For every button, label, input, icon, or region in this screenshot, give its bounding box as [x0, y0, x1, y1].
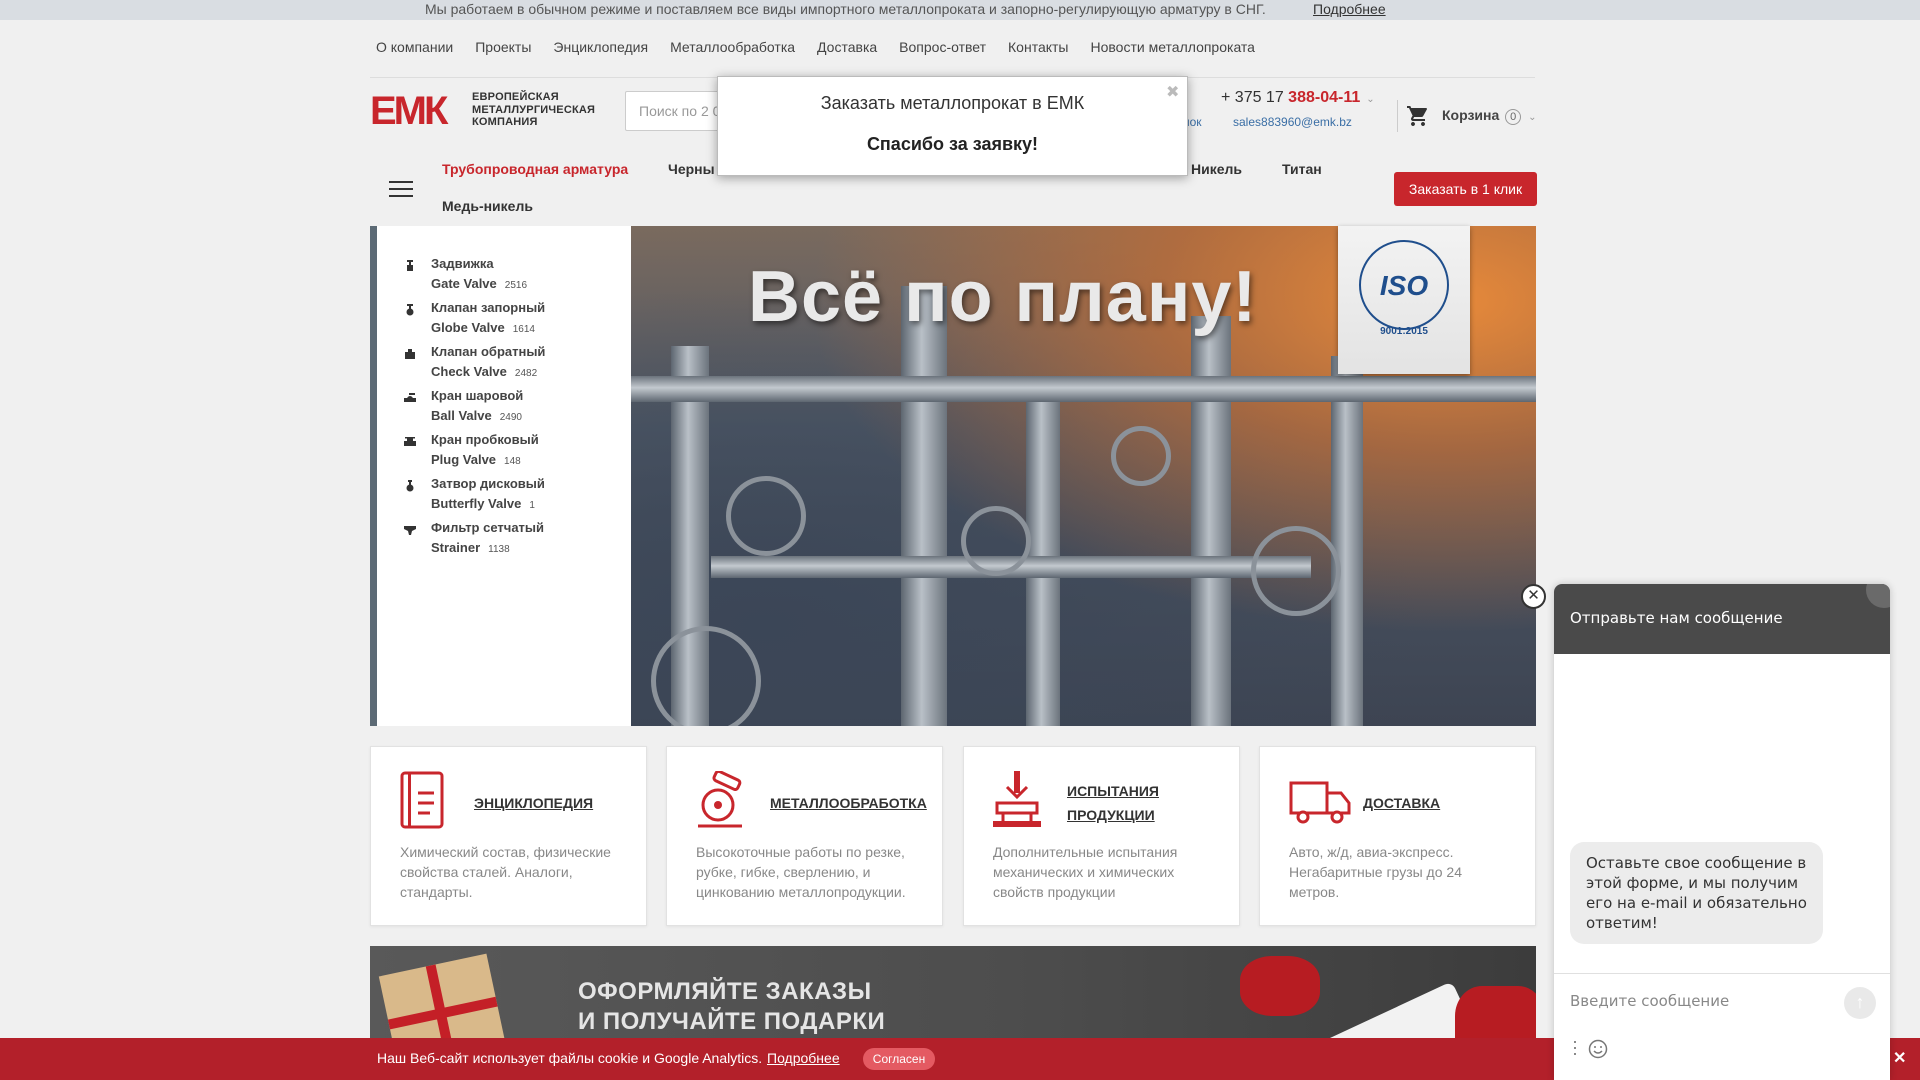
chevron-down-icon: ⌄ — [1528, 112, 1537, 123]
merch-graphic — [1240, 956, 1320, 1016]
info-bar: Мы работаем в обычном режиме и поставляе… — [0, 0, 1920, 20]
valve-category-sidebar: Задвижка Gate Valve 2516 Клапан запорный … — [370, 226, 631, 726]
chat-input-area: Введите сообщение ↑ · · · — [1554, 973, 1890, 1080]
nav-item-encyclopedia[interactable]: Энциклопедия — [553, 39, 648, 55]
valve-wheel-graphic — [1111, 426, 1171, 486]
saw-icon — [698, 771, 742, 828]
gate-valve-icon — [407, 260, 413, 271]
card-description: Авто, ж/д, авиа-экспресс. Негабаритные г… — [1289, 844, 1462, 900]
logo-mark: ЕМК — [370, 89, 448, 133]
pipe-graphic — [631, 376, 1536, 402]
card-encyclopedia[interactable]: ЭНЦИКЛОПЕДИЯ Химический состав, физическ… — [370, 746, 647, 926]
card-metalworking[interactable]: МЕТАЛЛООБРАБОТКА Высокоточные работы по … — [666, 746, 943, 926]
promo-line-1: ОФОРМЛЯЙТЕ ЗАКАЗЫ — [578, 978, 872, 1005]
pipe-graphic — [1331, 356, 1363, 726]
nav-item-about[interactable]: О компании — [376, 39, 453, 55]
category-copper-nickel[interactable]: Медь-никель — [442, 198, 533, 214]
cart-button[interactable]: Корзина 0 ⌄ — [1442, 107, 1536, 125]
main-nav: О компании Проекты Энциклопедия Металлоо… — [376, 39, 1277, 55]
card-title[interactable]: ИСПЫТАНИЯ ПРОДУКЦИИ — [1067, 779, 1232, 827]
info-bar-more-link[interactable]: Подробнее — [1313, 1, 1386, 17]
valve-wheel-graphic — [1251, 526, 1341, 616]
pipe-graphic — [1026, 376, 1060, 726]
press-icon — [993, 771, 1041, 827]
phone-number[interactable]: + 375 17 388-04-11 ⌄ — [1221, 89, 1375, 107]
send-arrow-icon[interactable]: ↑ — [1844, 987, 1876, 1019]
close-icon[interactable]: ✕ — [1893, 1048, 1906, 1068]
plug-valve-icon — [404, 437, 416, 446]
nav-item-news[interactable]: Новости металлопроката — [1091, 39, 1255, 55]
card-delivery[interactable]: ДОСТАВКА Авто, ж/д, авиа-экспресс. Негаб… — [1259, 746, 1536, 926]
logo-text: ЕВРОПЕЙСКАЯ МЕТАЛЛУРГИЧЕСКАЯ КОМПАНИЯ — [472, 91, 596, 128]
ball-valve-icon — [404, 393, 416, 402]
category-titanium[interactable]: Титан — [1282, 161, 1322, 177]
promo-line-2: И ПОЛУЧАЙТЕ ПОДАРКИ — [578, 1008, 886, 1035]
modal-title: Заказать металлопрокат в ЕМК — [820, 93, 1085, 113]
check-valve-icon — [405, 349, 415, 359]
more-options-icon[interactable]: · · · — [1572, 1032, 1578, 1062]
chat-avatar — [1866, 584, 1890, 608]
cart-icon[interactable] — [1406, 104, 1430, 128]
butterfly-valve-icon — [406, 480, 414, 492]
card-description: Дополнительные испытания механических и … — [993, 844, 1178, 900]
feature-cards: ЭНЦИКЛОПЕДИЯ Химический состав, физическ… — [370, 746, 1536, 926]
card-title[interactable]: ДОСТАВКА — [1363, 791, 1528, 815]
category-nickel[interactable]: Никель — [1191, 161, 1242, 177]
card-title[interactable]: ЭНЦИКЛОПЕДИЯ — [474, 791, 639, 815]
order-one-click-button[interactable]: Заказать в 1 клик — [1394, 172, 1537, 206]
emoji-icon[interactable] — [1588, 1039, 1608, 1059]
globe-valve-icon — [406, 304, 414, 316]
chat-close-button[interactable]: ✕ — [1521, 584, 1546, 609]
cookie-accept-button[interactable]: Согласен — [863, 1048, 935, 1070]
nav-item-metalworking[interactable]: Металлообработка — [670, 39, 795, 55]
cookie-text: Наш Веб-сайт использует файлы cookie и G… — [377, 1050, 763, 1066]
truck-icon — [1289, 781, 1351, 824]
card-testing[interactable]: ИСПЫТАНИЯ ПРОДУКЦИИ Дополнительные испыт… — [963, 746, 1240, 926]
cart-count-badge: 0 — [1505, 109, 1522, 125]
card-description: Химический состав, физические свойства с… — [400, 844, 611, 900]
search-input[interactable]: Поиск по 2 0 — [625, 91, 725, 131]
hero-slogan: Всё по плану! — [748, 257, 1258, 337]
valve-wheel-graphic — [726, 476, 806, 556]
header-separator — [1397, 100, 1398, 132]
close-icon[interactable]: ✖ — [1166, 82, 1179, 102]
iso-certificate-badge: ISO 9001:2015 — [1338, 226, 1470, 374]
nav-item-projects[interactable]: Проекты — [475, 39, 531, 55]
nav-item-contacts[interactable]: Контакты — [1008, 39, 1068, 55]
nav-item-faq[interactable]: Вопрос-ответ — [899, 39, 986, 55]
chat-header: Отправьте нам сообщение — [1554, 584, 1890, 654]
email-link[interactable]: sales883960@emk.bz — [1233, 115, 1352, 129]
strainer-icon — [404, 526, 416, 535]
cookie-more-link[interactable]: Подробнее — [767, 1050, 840, 1066]
card-title[interactable]: МЕТАЛЛООБРАБОТКА — [770, 791, 935, 815]
pipe-graphic — [901, 286, 947, 726]
menu-icon[interactable] — [389, 181, 413, 197]
chat-message-bubble: Оставьте свое сообщение в этой форме, и … — [1570, 842, 1823, 944]
modal-thanks-message: Спасибо за заявку! — [866, 134, 1039, 154]
chevron-down-icon: ⌄ — [1366, 94, 1375, 105]
hero-section: Задвижка Gate Valve 2516 Клапан запорный … — [370, 226, 1536, 726]
chat-message-input[interactable]: Введите сообщение — [1570, 992, 1729, 1010]
company-logo[interactable]: ЕМК ЕВРОПЕЙСКАЯ МЕТАЛЛУРГИЧЕСКАЯ КОМПАНИ… — [370, 89, 606, 133]
category-ferrous[interactable]: Черны — [668, 161, 715, 177]
valve-wheel-graphic — [961, 506, 1031, 576]
category-pipeline-valves[interactable]: Трубопроводная арматура — [442, 161, 628, 177]
chat-widget: Отправьте нам сообщение Оставьте свое со… — [1554, 584, 1890, 1080]
book-icon — [400, 771, 444, 829]
info-bar-message: Мы работаем в обычном режиме и поставляе… — [425, 1, 1266, 17]
card-description: Высокоточные работы по резке, рубке, гиб… — [696, 844, 906, 900]
nav-item-delivery[interactable]: Доставка — [817, 39, 877, 55]
order-modal: Заказать металлопрокат в ЕМК Спасибо за … — [717, 76, 1188, 176]
valve-wheel-graphic — [651, 626, 761, 726]
